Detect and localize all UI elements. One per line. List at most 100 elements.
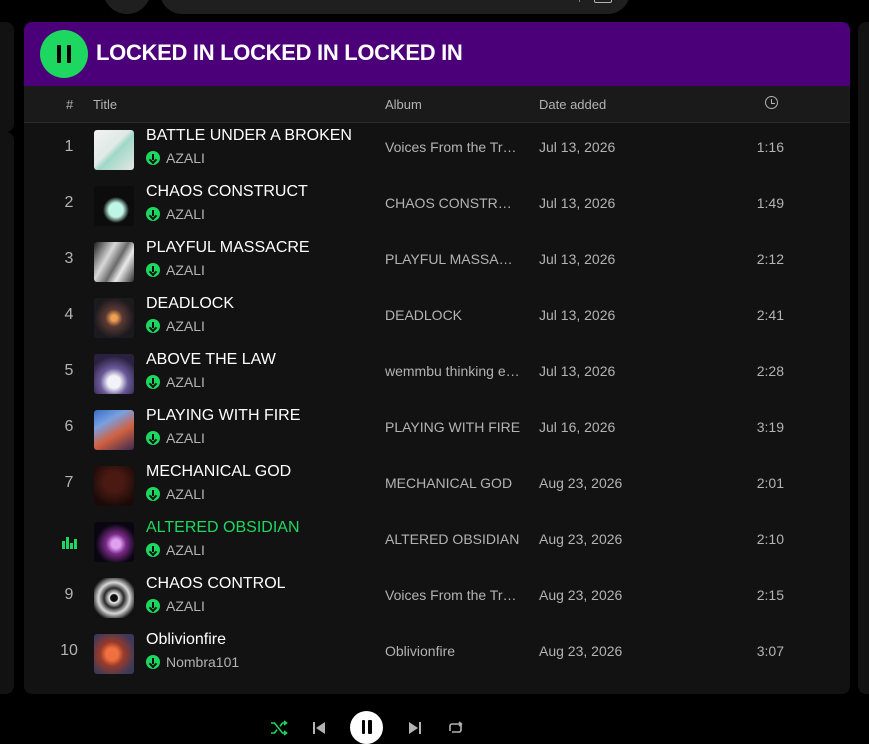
- track-title[interactable]: MECHANICAL GOD: [146, 463, 291, 481]
- track-album[interactable]: MECHANICAL GOD: [385, 475, 512, 491]
- album-art[interactable]: [94, 298, 134, 338]
- track-number: 7: [64, 474, 74, 491]
- track-date-added: Jul 13, 2026: [539, 363, 616, 379]
- track-artist[interactable]: AZALI: [146, 374, 205, 390]
- artist-name[interactable]: AZALI: [166, 150, 205, 166]
- downloaded-icon: [146, 263, 160, 277]
- track-row[interactable]: 1 BATTLE UNDER A BROKEN … AZALI Voices F…: [24, 122, 850, 178]
- artist-name[interactable]: AZALI: [166, 542, 205, 558]
- previous-icon[interactable]: [311, 720, 327, 736]
- artist-name[interactable]: AZALI: [166, 318, 205, 334]
- track-row[interactable]: 5 ABOVE THE LAW AZALI wemmbu thinking e……: [24, 346, 850, 402]
- track-row[interactable]: 2 CHAOS CONSTRUCT AZALI CHAOS CONSTRUCT …: [24, 178, 850, 234]
- track-row[interactable]: 9 CHAOS CONTROL AZALI Voices From the Tr…: [24, 570, 850, 626]
- track-date-added: Aug 23, 2026: [539, 643, 623, 659]
- track-artist[interactable]: AZALI: [146, 430, 205, 446]
- track-artist[interactable]: AZALI: [146, 206, 205, 222]
- track-artist[interactable]: AZALI: [146, 150, 205, 166]
- track-artist[interactable]: AZALI: [146, 598, 205, 614]
- track-album[interactable]: Oblivionfire: [385, 643, 455, 659]
- artist-name[interactable]: AZALI: [166, 374, 205, 390]
- track-row[interactable]: 6 PLAYING WITH FIRE AZALI PLAYING WITH F…: [24, 402, 850, 458]
- track-title[interactable]: CHAOS CONTROL: [146, 575, 286, 593]
- play-pause-button[interactable]: [350, 711, 383, 744]
- col-index[interactable]: #: [66, 97, 73, 112]
- artist-name[interactable]: AZALI: [166, 430, 205, 446]
- track-number: 4: [64, 306, 74, 323]
- track-duration: 2:01: [756, 475, 784, 491]
- track-duration: 3:19: [756, 419, 784, 435]
- artist-name[interactable]: Nombra101: [166, 654, 239, 670]
- album-art[interactable]: [94, 354, 134, 394]
- library-panel: [0, 132, 14, 694]
- clock-icon[interactable]: [765, 96, 778, 109]
- next-icon[interactable]: [407, 720, 423, 736]
- track-title[interactable]: ALTERED OBSIDIAN: [146, 519, 300, 537]
- track-artist[interactable]: AZALI: [146, 262, 205, 278]
- track-artist[interactable]: Nombra101: [146, 654, 239, 670]
- track-title[interactable]: BATTLE UNDER A BROKEN …: [146, 127, 358, 145]
- artist-name[interactable]: AZALI: [166, 206, 205, 222]
- track-row[interactable]: 4 DEADLOCK AZALI DEADLOCK Jul 13, 2026 2…: [24, 290, 850, 346]
- album-art[interactable]: [94, 130, 134, 170]
- track-album[interactable]: Voices From the Tru…: [385, 139, 521, 155]
- track-album[interactable]: PLAYFUL MASSACRE: [385, 251, 521, 267]
- library-panel-top: [0, 22, 14, 132]
- track-album[interactable]: DEADLOCK: [385, 307, 462, 323]
- track-title[interactable]: DEADLOCK: [146, 295, 234, 313]
- track-title[interactable]: PLAYING WITH FIRE: [146, 407, 300, 425]
- track-row[interactable]: ALTERED OBSIDIAN AZALI ALTERED OBSIDIAN …: [24, 514, 850, 570]
- track-album[interactable]: ALTERED OBSIDIAN: [385, 531, 519, 547]
- downloaded-icon: [146, 655, 160, 669]
- track-number: 2: [64, 194, 74, 211]
- track-number: 3: [64, 250, 74, 267]
- col-date-added[interactable]: Date added: [539, 97, 606, 112]
- track-number: 1: [64, 138, 74, 155]
- col-title[interactable]: Title: [93, 97, 117, 112]
- playlist-header: LOCKED IN LOCKED IN LOCKED IN: [24, 22, 850, 86]
- track-artist[interactable]: AZALI: [146, 318, 205, 334]
- track-duration: 1:16: [756, 139, 784, 155]
- track-title[interactable]: ABOVE THE LAW: [146, 351, 276, 369]
- track-duration: 1:49: [756, 195, 784, 211]
- track-album[interactable]: PLAYING WITH FIRE: [385, 419, 520, 435]
- album-art[interactable]: [94, 186, 134, 226]
- track-title[interactable]: Oblivionfire: [146, 631, 226, 649]
- track-list: 1 BATTLE UNDER A BROKEN … AZALI Voices F…: [24, 122, 850, 682]
- track-artist[interactable]: AZALI: [146, 486, 205, 502]
- track-duration: 2:41: [756, 307, 784, 323]
- browse-icon[interactable]: [594, 0, 612, 3]
- album-art[interactable]: [94, 578, 134, 618]
- track-title[interactable]: CHAOS CONSTRUCT: [146, 183, 308, 201]
- artist-name[interactable]: AZALI: [166, 486, 205, 502]
- pause-icon: [361, 720, 365, 734]
- track-date-added: Aug 23, 2026: [539, 587, 623, 603]
- artist-name[interactable]: AZALI: [166, 262, 205, 278]
- artist-name[interactable]: AZALI: [166, 598, 205, 614]
- track-row[interactable]: 10 Oblivionfire Nombra101 Oblivionfire A…: [24, 626, 850, 682]
- repeat-icon[interactable]: [447, 720, 464, 736]
- shuffle-icon[interactable]: [270, 720, 288, 736]
- track-date-added: Aug 23, 2026: [539, 531, 623, 547]
- track-row[interactable]: 3 PLAYFUL MASSACRE AZALI PLAYFUL MASSACR…: [24, 234, 850, 290]
- album-art[interactable]: [94, 466, 134, 506]
- album-art[interactable]: [94, 410, 134, 450]
- playlist-pause-button[interactable]: [40, 30, 88, 78]
- search-bar[interactable]: [160, 0, 630, 14]
- track-row[interactable]: 7 MECHANICAL GOD AZALI MECHANICAL GOD Au…: [24, 458, 850, 514]
- album-art[interactable]: [94, 242, 134, 282]
- track-album[interactable]: CHAOS CONSTRUCT: [385, 195, 521, 211]
- track-title[interactable]: PLAYFUL MASSACRE: [146, 239, 310, 257]
- track-duration: 2:15: [756, 587, 784, 603]
- album-art[interactable]: [94, 634, 134, 674]
- col-album[interactable]: Album: [385, 97, 422, 112]
- track-date-added: Aug 23, 2026: [539, 475, 623, 491]
- home-button[interactable]: [103, 0, 151, 14]
- track-album[interactable]: Voices From the Tru…: [385, 587, 521, 603]
- downloaded-icon: [146, 375, 160, 389]
- track-artist[interactable]: AZALI: [146, 542, 205, 558]
- player-bar: [0, 694, 869, 744]
- track-date-added: Jul 16, 2026: [539, 419, 616, 435]
- album-art[interactable]: [94, 522, 134, 562]
- track-album[interactable]: wemmbu thinking e…: [385, 363, 520, 379]
